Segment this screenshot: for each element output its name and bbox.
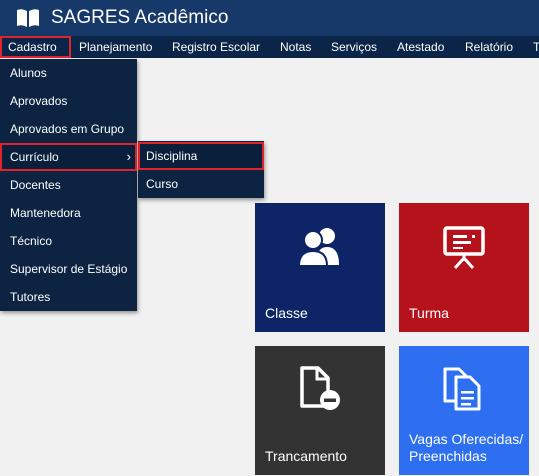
tile-vagas-label: Vagas Oferecidas/ Preenchidas: [409, 431, 524, 464]
presentation-board-icon: [443, 226, 485, 269]
menu-cadastro[interactable]: Cadastro: [0, 36, 71, 58]
dropdown-item-aprovados-em-grupo[interactable]: Aprovados em Grupo: [0, 115, 137, 143]
dropdown-item-mantenedora[interactable]: Mantenedora: [0, 199, 137, 227]
book-icon: [17, 9, 39, 27]
tile-turma-label: Turma: [409, 305, 449, 321]
tile-classe[interactable]: Classe: [255, 203, 385, 332]
dropdown-item-tecnico[interactable]: Técnico: [0, 227, 137, 255]
menu-relatorio[interactable]: Relatório: [465, 36, 513, 58]
menu-notas-label: Notas: [280, 40, 312, 54]
document-remove-icon: [300, 366, 340, 410]
tile-vagas[interactable]: Vagas Oferecidas/ Preenchidas: [399, 346, 529, 475]
menu-notas[interactable]: Notas: [280, 36, 311, 58]
submenu-item-label: Disciplina: [146, 149, 198, 163]
menu-atestado-label: Atestado: [397, 40, 445, 54]
menu-registro-escolar-label: Registro Escolar: [172, 40, 261, 54]
tile-trancamento[interactable]: Trancamento: [255, 346, 385, 475]
dropdown-item-alunos[interactable]: Alunos: [0, 59, 137, 87]
submenu-item-curso[interactable]: Curso: [138, 170, 264, 198]
menu-planejamento[interactable]: Planejamento: [79, 36, 152, 58]
dropdown-item-tutores[interactable]: Tutores: [0, 283, 137, 311]
documents-copy-icon: [443, 367, 481, 411]
tile-classe-label: Classe: [265, 305, 308, 321]
dropdown-item-curriculo[interactable]: Currículo ›: [0, 143, 137, 171]
dropdown-item-label: Alunos: [10, 66, 47, 80]
submenu-item-label: Curso: [146, 177, 179, 191]
cadastro-dropdown: Alunos Aprovados Aprovados em Grupo Curr…: [0, 59, 137, 311]
dropdown-item-supervisor-de-estagio[interactable]: Supervisor de Estágio: [0, 255, 137, 283]
tile-turma[interactable]: Turma: [399, 203, 529, 332]
main-menubar: Cadastro Planejamento Registro Escolar N…: [0, 36, 539, 58]
menu-atestado[interactable]: Atestado: [397, 36, 444, 58]
menu-servicos-label: Serviços: [331, 40, 378, 54]
app-header: SAGRES Acadêmico: [0, 0, 539, 36]
curriculo-submenu: Disciplina Curso: [138, 141, 264, 198]
menu-relatorio-label: Relatório: [465, 40, 514, 54]
menu-registro-escolar[interactable]: Registro Escolar: [172, 36, 260, 58]
menu-overflow[interactable]: T: [533, 36, 539, 58]
menu-overflow-label: T: [533, 40, 539, 54]
dropdown-item-docentes[interactable]: Docentes: [0, 171, 137, 199]
dropdown-item-label: Aprovados: [10, 94, 68, 108]
menu-servicos[interactable]: Serviços: [331, 36, 377, 58]
tile-trancamento-label: Trancamento: [265, 448, 347, 464]
dropdown-item-label: Supervisor de Estágio: [10, 262, 128, 276]
dropdown-item-aprovados[interactable]: Aprovados: [0, 87, 137, 115]
menu-cadastro-label: Cadastro: [8, 40, 57, 54]
users-icon: [297, 228, 339, 267]
menu-planejamento-label: Planejamento: [79, 40, 153, 54]
dropdown-item-label: Técnico: [10, 234, 53, 248]
app-title: SAGRES Acadêmico: [51, 7, 229, 28]
dropdown-item-label: Tutores: [10, 290, 51, 304]
dropdown-item-label: Currículo: [10, 150, 59, 164]
dropdown-item-label: Aprovados em Grupo: [10, 122, 125, 136]
dropdown-item-label: Docentes: [10, 178, 61, 192]
dropdown-item-label: Mantenedora: [10, 206, 81, 220]
chevron-right-icon: ›: [126, 149, 131, 164]
submenu-item-disciplina[interactable]: Disciplina: [138, 142, 264, 170]
